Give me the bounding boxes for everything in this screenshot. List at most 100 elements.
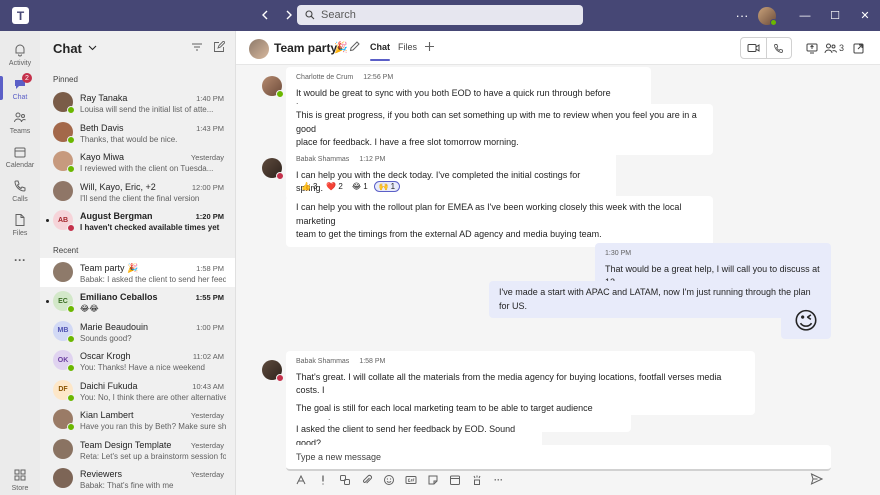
- chat-name: Team party 🎉: [80, 262, 139, 273]
- message-bubble[interactable]: Babak Shammas 1:12 PM I can help you with…: [286, 149, 616, 200]
- raised-hands-icon: 🙌: [378, 182, 389, 191]
- rail-item-more[interactable]: ···: [0, 240, 40, 280]
- priority-icon[interactable]: [316, 474, 329, 487]
- maximize-button[interactable]: ☐: [820, 0, 850, 31]
- avatar: [53, 409, 75, 431]
- chat-list-title[interactable]: Chat: [53, 41, 82, 56]
- pinned-section-label: Pinned: [53, 75, 78, 84]
- chat-name: Oscar Krogh: [80, 351, 131, 361]
- avatar: DF: [53, 379, 75, 402]
- chat-time: Yesterday: [190, 411, 224, 420]
- tab-files[interactable]: Files: [398, 42, 417, 52]
- avatar-initials: AB: [57, 216, 69, 224]
- chat-list-item[interactable]: DF Daichi Fukuda You: No, I think there ar…: [40, 376, 235, 406]
- reaction-heart[interactable]: ❤️ 2: [323, 181, 345, 192]
- chat-list-item[interactable]: EC Emiliano Ceballos 😂😂 1:55 PM: [40, 287, 235, 317]
- chevron-down-icon[interactable]: [88, 43, 97, 53]
- wink-emoji-message[interactable]: 😉: [781, 303, 831, 339]
- chat-list-item[interactable]: Kian Lambert Have you ran this by Beth? M…: [40, 405, 235, 435]
- more-options-icon[interactable]: ···: [492, 474, 505, 487]
- filter-icon[interactable]: [191, 41, 203, 53]
- forward-arrow-icon[interactable]: [280, 6, 298, 24]
- message-text: team to get the timings from the externa…: [296, 229, 602, 239]
- file-icon: [12, 212, 28, 228]
- chat-preview: Babak: That's fine with me: [80, 481, 174, 490]
- participants-button[interactable]: 3: [824, 43, 844, 54]
- avatar-initials: DF: [58, 386, 68, 393]
- gif-icon[interactable]: [404, 474, 417, 487]
- message-author: Babak Shammas: [296, 358, 350, 365]
- chat-preview: Reta: Let's set up a brainstorm session …: [80, 451, 226, 461]
- chat-name: Beth Davis: [80, 122, 124, 133]
- more-options-icon[interactable]: ···: [730, 8, 754, 23]
- send-icon[interactable]: [810, 473, 824, 487]
- reaction-laugh[interactable]: 😂 1: [349, 181, 371, 192]
- chat-preview: Sounds good?: [80, 333, 132, 343]
- bell-icon: [12, 42, 28, 58]
- share-screen-button[interactable]: [802, 43, 822, 54]
- close-button[interactable]: ✕: [850, 0, 880, 31]
- praise-icon[interactable]: [470, 474, 483, 487]
- chat-list-item[interactable]: Reviewers Babak: That's fine with me Yeste…: [40, 464, 235, 494]
- chat-list-item[interactable]: Kayo Miwa I reviewed with the client on T…: [40, 147, 235, 177]
- rail-label: Store: [11, 484, 29, 492]
- new-chat-icon[interactable]: [213, 40, 226, 53]
- rail-item-files[interactable]: Files: [0, 204, 40, 244]
- chat-list-item[interactable]: Will, Kayo, Eric, +2 I'll send the client…: [40, 177, 235, 207]
- message-bubble[interactable]: I can help you with the rollout plan for…: [286, 196, 713, 247]
- chat-list-item[interactable]: MB Marie Beaudouin Sounds good? 1:00 PM: [40, 317, 235, 347]
- tab-chat[interactable]: Chat: [370, 42, 390, 61]
- chat-name: Reviewers: [80, 469, 123, 479]
- compose-box[interactable]: [286, 445, 831, 471]
- reaction-count: 2: [338, 182, 343, 191]
- chat-list-item[interactable]: OK Oscar Krogh You: Thanks! Have a nice we…: [40, 346, 235, 376]
- sticker-icon[interactable]: [426, 474, 439, 487]
- minimize-button[interactable]: —: [790, 0, 820, 31]
- conversation-header: Team party 🎉 Chat Files 3: [236, 31, 880, 65]
- reaction-raised-hands[interactable]: 🙌 1: [373, 181, 401, 192]
- pop-out-button[interactable]: [848, 43, 868, 54]
- chat-time: Yesterday: [190, 153, 224, 162]
- laugh-icon: 😂: [351, 182, 362, 191]
- chat-name: Will, Kayo, Eric, +2: [80, 181, 156, 192]
- presence-icon: [67, 165, 75, 173]
- reaction-count: 1: [390, 182, 396, 191]
- chat-list-item[interactable]: Team Design Template Reta: Let's set up a…: [40, 435, 235, 465]
- avatar: AB: [53, 210, 75, 232]
- back-arrow-icon[interactable]: [256, 6, 274, 24]
- attach-icon[interactable]: [360, 474, 373, 487]
- presence-busy-icon: [276, 374, 284, 382]
- add-tab-icon[interactable]: [424, 39, 435, 55]
- rail-label: Calls: [12, 195, 28, 203]
- video-call-button[interactable]: [741, 38, 766, 58]
- format-icon[interactable]: [294, 474, 307, 487]
- user-avatar[interactable]: [758, 6, 777, 26]
- schedule-meeting-icon[interactable]: [448, 474, 461, 487]
- chat-list-item[interactable]: AB August Bergman I haven't checked availa…: [40, 206, 235, 236]
- message-text: I've made a start with APAC and LATAM, n…: [499, 287, 811, 311]
- emoji-icon[interactable]: [382, 474, 395, 487]
- rail-item-store[interactable]: Store: [0, 459, 40, 495]
- chat-list-item[interactable]: Team party 🎉 Babak: I asked the client to…: [40, 257, 235, 287]
- search-box[interactable]: [297, 5, 583, 25]
- message-author: Charlotte de Crum: [296, 74, 354, 81]
- chat-list-item[interactable]: Ray Tanaka Louisa will send the initial l…: [40, 88, 235, 118]
- edit-pencil-icon[interactable]: [349, 41, 360, 55]
- chat-list-item[interactable]: Beth Davis Thanks, that would be nice. 1:4…: [40, 118, 235, 148]
- message-time: 1:58 PM: [359, 358, 386, 365]
- audio-call-button[interactable]: [765, 38, 791, 58]
- presence-icon: [67, 364, 75, 372]
- my-message-bubble[interactable]: I've made a start with APAC and LATAM, n…: [489, 281, 831, 318]
- message-input[interactable]: [296, 452, 796, 462]
- loop-icon[interactable]: [338, 474, 351, 487]
- avatar: [53, 468, 73, 488]
- rail-label: Activity: [8, 59, 32, 67]
- reaction-thumbs-up[interactable]: 👍 3: [298, 181, 320, 192]
- chat-name: Kayo Miwa: [80, 152, 125, 162]
- chat-time: 1:58 PM: [196, 263, 224, 273]
- search-input[interactable]: [321, 9, 561, 21]
- chat-preview: I reviewed with the client on Tuesda...: [80, 164, 214, 173]
- phone-icon: [12, 178, 28, 194]
- store-icon: [12, 467, 28, 483]
- message-bubble[interactable]: This is great progress, if you both can …: [286, 104, 713, 155]
